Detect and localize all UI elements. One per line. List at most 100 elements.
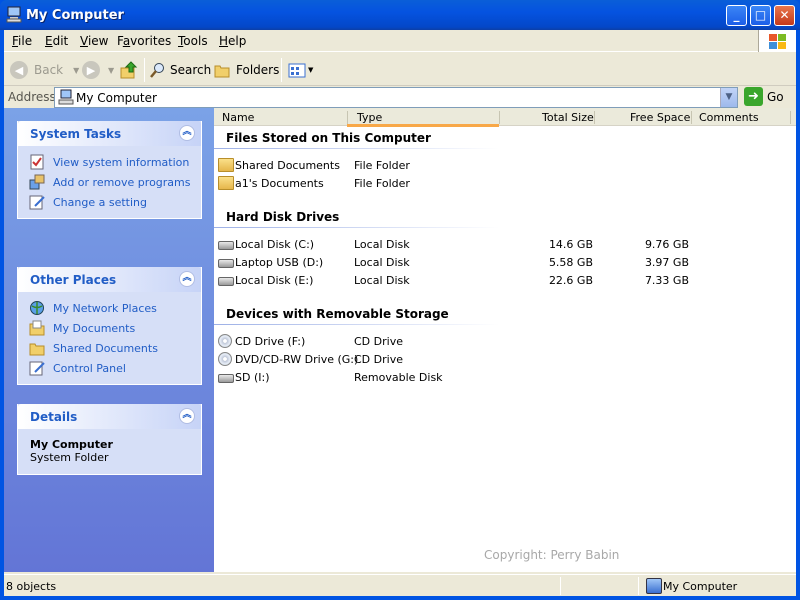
hard-disk-icon [218,259,234,268]
collapse-chevron-icon[interactable]: ︽ [179,408,195,424]
group-divider [214,148,499,149]
column-free-space[interactable]: Free Space [630,111,690,124]
place-control-panel[interactable]: Control Panel [18,358,201,378]
folder-icon [218,176,234,190]
go-button[interactable]: ➜ Go [744,87,784,106]
sort-indicator [347,124,499,127]
list-item[interactable]: a1's Documents File Folder [214,175,796,193]
task-view-system-info[interactable]: View system information [18,152,201,172]
minimize-button[interactable]: _ [726,5,747,26]
collapse-chevron-icon[interactable]: ︽ [179,271,195,287]
go-arrow-icon: ➜ [744,87,763,106]
copyright-watermark: Copyright: Perry Babin [484,548,620,562]
system-tasks-header[interactable]: System Tasks ︽ [18,121,201,146]
collapse-chevron-icon[interactable]: ︽ [179,125,195,141]
group-header: Files Stored on This Computer [226,131,431,145]
column-comments[interactable]: Comments [699,111,759,124]
toolbar-separator [144,58,145,82]
column-header: Name Type Total Size Free Space Comments [214,108,796,127]
details-title: Details [30,410,78,424]
status-divider [560,577,561,595]
address-field[interactable]: My Computer ▼ [54,87,738,108]
address-bar: Address My Computer ▼ ➜ Go [4,86,796,109]
place-my-network-places[interactable]: My Network Places [18,298,201,318]
title-bar[interactable]: My Computer _ □ ✕ [0,0,800,30]
back-label: Back [34,63,64,77]
up-button[interactable] [120,59,138,81]
details-header[interactable]: Details ︽ [18,404,201,429]
forward-button[interactable]: ▶ ▼ [82,59,114,81]
folders-icon [214,65,230,77]
hard-disk-icon [218,241,234,250]
system-tasks-panel: System Tasks ︽ View system information A… [17,121,202,219]
menu-edit[interactable]: Edit [45,34,68,48]
folders-button[interactable]: Folders [214,59,279,81]
details-name: My Computer [30,438,113,451]
group-divider [214,227,499,228]
menu-view[interactable]: View [80,34,108,48]
folder-icon [218,158,234,172]
column-divider[interactable] [691,111,692,124]
list-item[interactable]: DVD/CD-RW Drive (G:) CD Drive [214,351,796,369]
column-divider[interactable] [594,111,595,124]
list-item[interactable]: CD Drive (F:) CD Drive [214,333,796,351]
back-dropdown-icon[interactable]: ▼ [73,66,79,75]
list-item[interactable]: Local Disk (C:) Local Disk 14.6 GB 9.76 … [214,236,796,254]
column-divider[interactable] [790,111,791,124]
views-button[interactable]: ▼ [288,59,313,81]
maximize-button[interactable]: □ [750,5,771,26]
forward-dropdown-icon[interactable]: ▼ [108,66,114,75]
toolbar: ◀ Back ▼ ▶ ▼ Search Folders ▼ [4,53,796,86]
close-button[interactable]: ✕ [774,5,795,26]
my-documents-icon [29,320,45,336]
window-frame: File Edit View Favorites Tools Help ◀ Ba… [4,30,796,596]
other-places-panel: Other Places ︽ My Network Places My Docu… [17,267,202,385]
folders-label: Folders [236,63,280,77]
forward-arrow-icon: ▶ [82,61,100,79]
back-button[interactable]: ◀ Back ▼ [10,59,79,81]
status-bar: 8 objects My Computer [4,574,796,596]
cd-drive-icon [218,334,232,348]
status-divider [638,577,639,595]
system-tasks-title: System Tasks [30,127,122,141]
other-places-title: Other Places [30,273,117,287]
hard-disk-icon [218,277,234,286]
search-icon [150,63,164,78]
list-item[interactable]: Shared Documents File Folder [214,157,796,175]
details-panel: Details ︽ My Computer System Folder [17,404,202,475]
column-type[interactable]: Type [357,111,382,124]
column-divider[interactable] [347,111,348,124]
menu-favorites[interactable]: Favorites [117,34,171,48]
column-total-size[interactable]: Total Size [542,111,594,124]
task-add-remove-programs[interactable]: Add or remove programs [18,172,201,192]
control-panel-icon [29,360,45,376]
shared-documents-icon [29,340,45,356]
place-shared-documents[interactable]: Shared Documents [18,338,201,358]
menu-file[interactable]: File [12,34,32,48]
status-object-count: 8 objects [6,580,57,593]
status-location: My Computer [663,580,738,593]
windows-logo-icon [758,30,796,52]
removable-disk-icon [218,374,234,383]
list-item[interactable]: Laptop USB (D:) Local Disk 5.58 GB 3.97 … [214,254,796,272]
go-label: Go [767,89,784,104]
place-my-documents[interactable]: My Documents [18,318,201,338]
my-computer-icon [646,578,662,597]
column-divider[interactable] [499,111,500,124]
my-computer-icon [58,89,74,105]
menu-help[interactable]: Help [219,34,246,48]
search-label: Search [170,63,212,77]
views-icon [288,63,306,77]
column-name[interactable]: Name [222,111,254,124]
cd-drive-icon [218,352,232,366]
task-change-setting[interactable]: Change a setting [18,192,201,212]
other-places-header[interactable]: Other Places ︽ [18,267,201,292]
menu-tools[interactable]: Tools [178,34,208,48]
list-item[interactable]: SD (I:) Removable Disk [214,369,796,387]
group-divider [214,324,499,325]
address-dropdown-icon[interactable]: ▼ [720,88,737,107]
window: My Computer _ □ ✕ File Edit View Favorit… [0,0,800,600]
search-button[interactable]: Search [150,59,211,81]
list-item[interactable]: Local Disk (E:) Local Disk 22.6 GB 7.33 … [214,272,796,290]
back-arrow-icon: ◀ [10,61,28,79]
